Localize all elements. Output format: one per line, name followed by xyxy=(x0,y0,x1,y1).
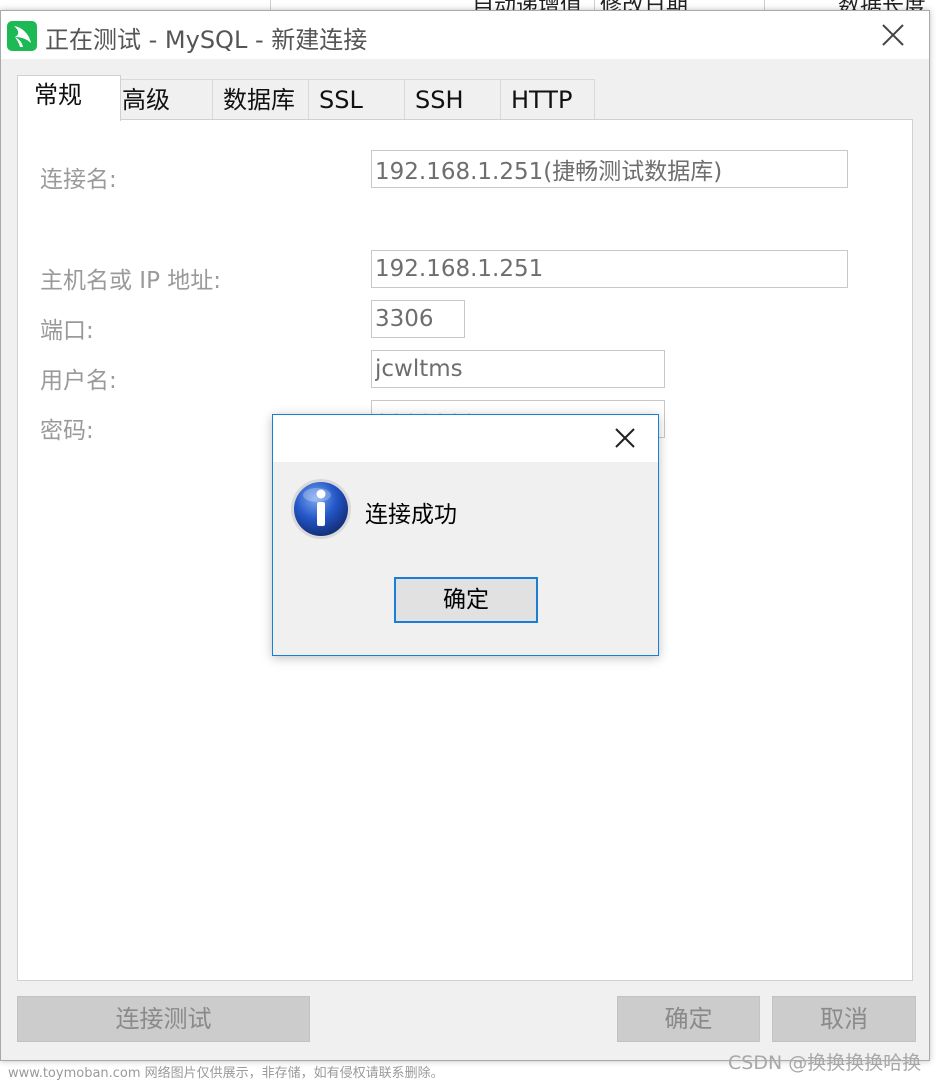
messagebox-text: 连接成功 xyxy=(365,502,457,528)
site-watermark: www.toymoban.com 网络图片仅供展示，非存储，如有侵权请联系删除。 xyxy=(8,1066,444,1081)
tab-ssl[interactable]: SSL xyxy=(308,79,405,121)
tab-database[interactable]: 数据库 xyxy=(212,79,309,121)
dialog-title: 正在测试 - MySQL - 新建连接 xyxy=(45,26,368,54)
info-icon xyxy=(289,477,353,541)
username-input[interactable] xyxy=(371,350,665,388)
cancel-button[interactable]: 取消 xyxy=(772,996,916,1042)
host-input[interactable] xyxy=(371,250,848,288)
tab-advanced[interactable]: 高级 xyxy=(111,79,213,121)
dialog-titlebar[interactable]: 正在测试 - MySQL - 新建连接 xyxy=(1,11,929,59)
tab-label: SSL xyxy=(319,86,363,114)
tab-general[interactable]: 常规 xyxy=(17,75,121,121)
connection-success-messagebox: 连接成功 确定 xyxy=(272,414,659,656)
connection-name-input[interactable] xyxy=(371,150,848,188)
ok-button[interactable]: 确定 xyxy=(617,996,760,1042)
tab-label: 数据库 xyxy=(223,86,295,114)
port-label: 端口: xyxy=(40,318,94,344)
tab-label: HTTP xyxy=(511,86,573,114)
connection-name-label: 连接名: xyxy=(40,167,117,193)
messagebox-titlebar[interactable] xyxy=(273,415,658,462)
tab-label: 高级 xyxy=(122,86,170,114)
tab-label: 常规 xyxy=(34,81,82,109)
test-connection-button[interactable]: 连接测试 xyxy=(17,996,310,1042)
close-icon[interactable] xyxy=(877,19,909,51)
tab-ssh[interactable]: SSH xyxy=(404,79,501,121)
host-label: 主机名或 IP 地址: xyxy=(40,268,222,294)
password-label: 密码: xyxy=(40,418,94,444)
tab-label: SSH xyxy=(415,86,464,114)
username-label: 用户名: xyxy=(40,368,117,394)
csdn-watermark: CSDN @换换换换哈换 xyxy=(728,1052,922,1074)
messagebox-ok-button[interactable]: 确定 xyxy=(394,577,538,623)
tab-http[interactable]: HTTP xyxy=(500,79,595,121)
navicat-app-icon xyxy=(7,21,37,51)
port-input[interactable] xyxy=(371,300,465,338)
close-icon[interactable] xyxy=(612,425,638,451)
